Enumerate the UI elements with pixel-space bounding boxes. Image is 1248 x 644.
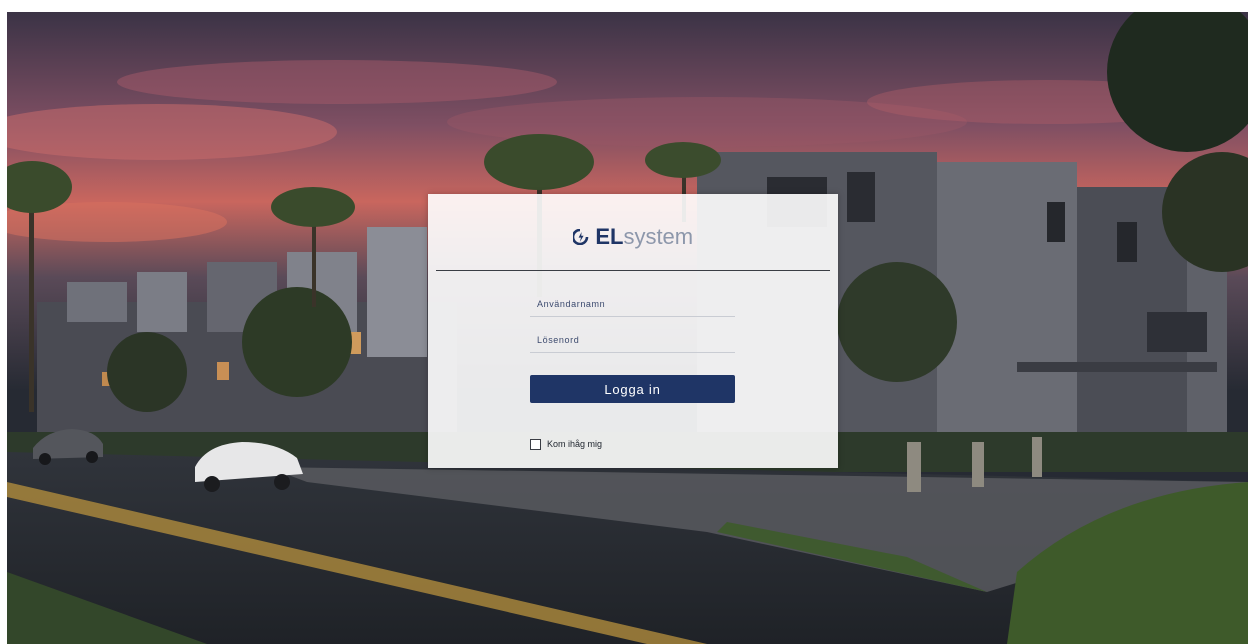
login-button[interactable]: Logga in — [530, 375, 735, 403]
login-panel: ELsystem Logga in Kom ihåg mig — [428, 194, 838, 468]
elsystem-logo-icon — [572, 229, 589, 245]
logo-text-bold: EL — [595, 224, 624, 249]
checkbox-icon[interactable] — [530, 438, 541, 450]
password-input[interactable] — [530, 328, 735, 352]
username-input[interactable] — [530, 292, 735, 316]
login-page: ELsystem Logga in Kom ihåg mig — [7, 12, 1248, 644]
brand-logo: ELsystem — [428, 224, 838, 252]
remember-me[interactable]: Kom ihåg mig — [530, 438, 602, 450]
password-field — [530, 328, 735, 353]
logo-text-light: system — [623, 224, 694, 249]
username-field — [530, 292, 735, 317]
remember-me-label: Kom ihåg mig — [547, 439, 603, 449]
header-divider — [436, 270, 830, 271]
